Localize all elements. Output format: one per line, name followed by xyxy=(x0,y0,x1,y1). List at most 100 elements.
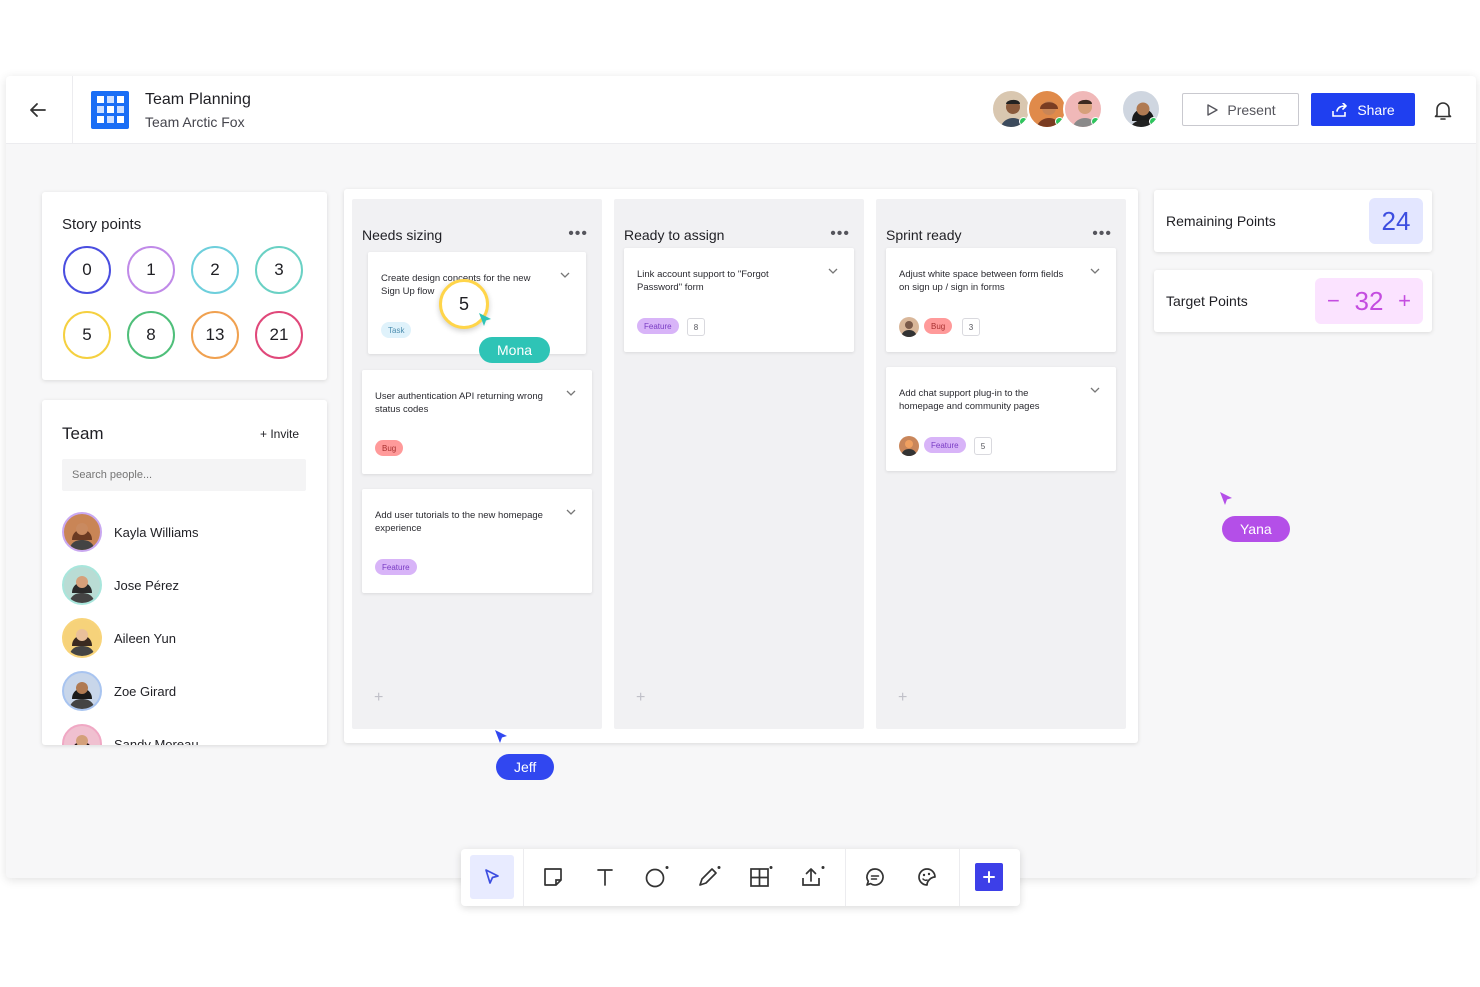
sticker-icon xyxy=(918,868,936,886)
arrow-left-icon xyxy=(30,103,46,117)
more-options-icon[interactable]: ••• xyxy=(568,225,588,243)
remaining-points-label: Remaining Points xyxy=(1166,213,1276,229)
sticky-note-icon xyxy=(544,868,562,886)
mona-cursor-label: Mona xyxy=(479,337,551,363)
story-point-13[interactable]: 13 xyxy=(191,311,239,359)
task-card[interactable]: User authentication API returning wrong … xyxy=(362,370,592,474)
chevron-down-icon[interactable] xyxy=(560,270,570,280)
table-tool[interactable] xyxy=(739,855,783,899)
member-name: Jose Pérez xyxy=(114,577,180,593)
avatar xyxy=(62,565,102,605)
team-title: Team xyxy=(62,424,104,443)
avatar xyxy=(62,512,102,552)
whiteboard-app: Team Planning Team Arctic Fox Present Sh… xyxy=(6,76,1476,878)
chevron-down-icon[interactable] xyxy=(1090,385,1100,395)
task-card[interactable]: Link account support to "Forgot Password… xyxy=(624,248,854,352)
story-point-0[interactable]: 0 xyxy=(63,246,111,294)
target-points-stepper: − 32 + xyxy=(1315,278,1423,324)
tag-badge: Feature xyxy=(924,437,966,453)
points-badge: 5 xyxy=(974,437,992,455)
story-point-3[interactable]: 3 xyxy=(255,246,303,294)
avatar[interactable] xyxy=(1063,89,1103,129)
avatar[interactable] xyxy=(1027,89,1067,129)
chevron-down-icon[interactable] xyxy=(1090,266,1100,276)
select-icon xyxy=(485,869,499,884)
collaborator-avatars xyxy=(991,89,1161,131)
share-label: Share xyxy=(1357,101,1395,118)
card-title: Add chat support plug-in to the homepage… xyxy=(899,388,1040,412)
text-tool[interactable] xyxy=(583,855,627,899)
increment-button[interactable]: + xyxy=(1398,288,1411,314)
chevron-down-icon[interactable] xyxy=(566,507,576,517)
story-point-1[interactable]: 1 xyxy=(127,246,175,294)
present-button[interactable]: Present xyxy=(1182,93,1299,126)
invite-button[interactable]: + Invite xyxy=(260,427,299,441)
board-subtitle: Team Arctic Fox xyxy=(145,114,245,130)
add-card-button[interactable]: + xyxy=(898,689,907,707)
team-panel: Team + Invite Kayla Williams Jose Pérez Ai… xyxy=(42,400,327,745)
divider xyxy=(72,76,73,144)
notifications-button[interactable] xyxy=(1431,98,1455,122)
upload-icon xyxy=(802,866,825,886)
present-label: Present xyxy=(1227,101,1276,118)
tag-badge: Bug xyxy=(924,318,953,334)
team-member[interactable]: Sandy Moreau xyxy=(62,722,306,745)
avatar[interactable] xyxy=(1121,89,1161,129)
upload-tool[interactable] xyxy=(791,855,835,899)
points-badge: 3 xyxy=(962,318,980,336)
task-card[interactable]: Add user tutorials to the new homepage e… xyxy=(362,489,592,593)
card-title: User authentication API returning wrong … xyxy=(375,391,543,415)
play-icon xyxy=(1207,103,1219,116)
card-title: Adjust white space between form fields o… xyxy=(899,269,1064,293)
assignee-avatar xyxy=(899,436,919,456)
team-member[interactable]: Kayla Williams xyxy=(62,510,306,554)
task-card[interactable]: Adjust white space between form fields o… xyxy=(886,248,1116,352)
more-options-icon[interactable]: ••• xyxy=(1092,225,1112,243)
board-column: Sprint ready ••• + Adjust white space betwe… xyxy=(876,199,1126,729)
avatar[interactable] xyxy=(991,89,1031,129)
member-name: Zoe Girard xyxy=(114,683,177,699)
pen-tool[interactable] xyxy=(687,855,731,899)
member-name: Kayla Williams xyxy=(114,524,199,540)
chevron-down-icon[interactable] xyxy=(828,266,838,276)
story-points-title: Story points xyxy=(62,216,142,233)
add-card-button[interactable]: + xyxy=(374,689,383,707)
sticky-note-tool[interactable] xyxy=(531,855,575,899)
task-card[interactable]: Add chat support plug-in to the homepage… xyxy=(886,367,1116,471)
shape-icon xyxy=(645,866,669,888)
decrement-button[interactable]: − xyxy=(1327,288,1340,314)
column-title: Sprint ready xyxy=(886,227,962,243)
comment-tool[interactable] xyxy=(853,855,897,899)
top-bar: Team Planning Team Arctic Fox Present Sh… xyxy=(6,76,1476,144)
team-member[interactable]: Aileen Yun xyxy=(62,616,306,660)
remaining-points-card: Remaining Points 24 xyxy=(1154,190,1432,252)
points-badge: 8 xyxy=(687,318,705,336)
target-points-value: 32 xyxy=(1354,285,1384,316)
member-name: Aileen Yun xyxy=(114,630,176,646)
jeff-cursor-label: Jeff xyxy=(496,754,555,780)
story-point-21[interactable]: 21 xyxy=(255,311,303,359)
add-card-button[interactable]: + xyxy=(636,689,645,707)
search-people-input[interactable] xyxy=(62,459,306,491)
add-tool[interactable] xyxy=(967,855,1011,899)
select-tool[interactable] xyxy=(470,855,514,899)
more-options-icon[interactable]: ••• xyxy=(830,225,850,243)
yana-cursor-icon xyxy=(1220,492,1232,505)
story-point-8[interactable]: 8 xyxy=(127,311,175,359)
share-button[interactable]: Share xyxy=(1311,93,1415,126)
team-member[interactable]: Zoe Girard xyxy=(62,669,306,713)
shape-tool[interactable] xyxy=(635,855,679,899)
team-member[interactable]: Jose Pérez xyxy=(62,563,306,607)
story-points-panel: Story points 0 1 2 3 5 8 13 21 xyxy=(42,192,327,380)
story-point-5[interactable]: 5 xyxy=(63,311,111,359)
chevron-down-icon[interactable] xyxy=(566,388,576,398)
board-column: Ready to assign ••• + Link account support … xyxy=(614,199,864,729)
tag-badge: Bug xyxy=(375,440,404,456)
table-icon xyxy=(750,866,773,887)
sticker-tool[interactable] xyxy=(905,855,949,899)
board-title: Team Planning xyxy=(145,91,251,108)
story-point-2[interactable]: 2 xyxy=(191,246,239,294)
back-button[interactable] xyxy=(24,96,52,124)
jeff-cursor-icon xyxy=(495,730,507,743)
yana-cursor-label: Yana xyxy=(1222,516,1290,542)
